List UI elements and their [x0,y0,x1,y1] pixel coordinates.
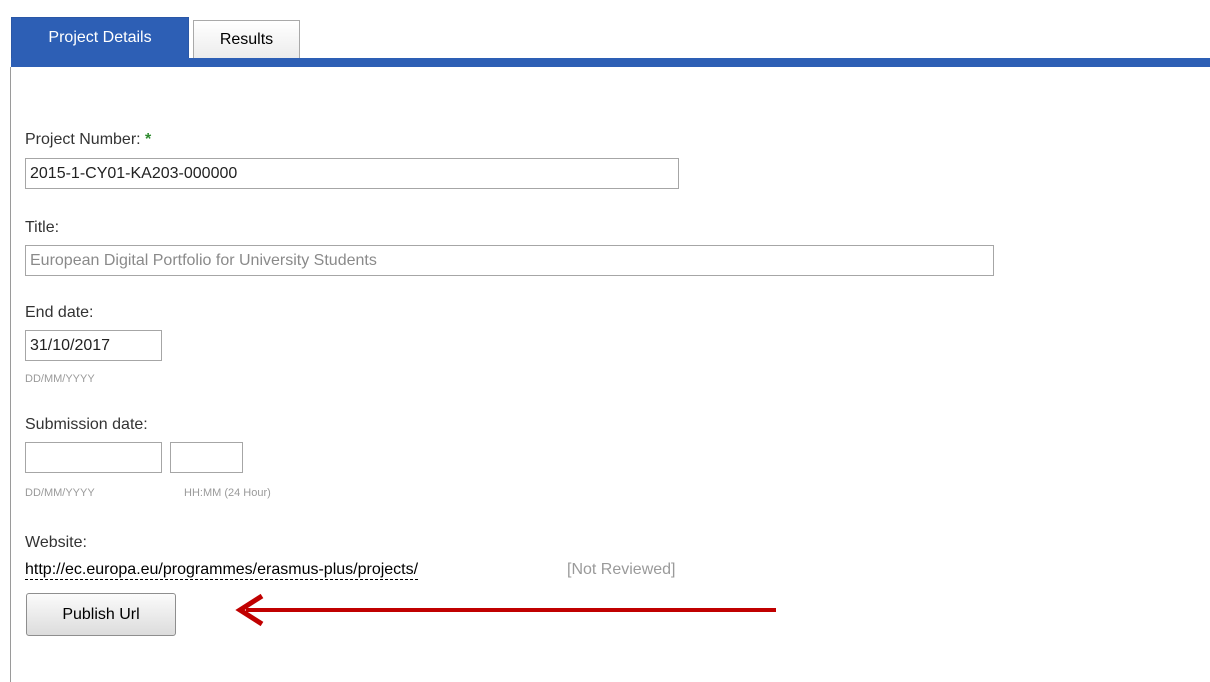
left-arrow-icon [235,593,776,627]
tab-project-details[interactable]: Project Details [11,17,189,58]
submission-time-format-hint: HH:MM (24 Hour) [184,487,271,499]
website-label: Website: [25,534,87,551]
publish-url-button[interactable]: Publish Url [26,593,176,636]
required-marker: * [145,131,152,148]
content-panel-border [10,67,11,682]
project-number-label-text: Project Number: [25,131,141,148]
submission-date-input[interactable] [25,442,162,473]
title-label: Title: [25,219,60,236]
title-input[interactable] [25,245,994,276]
end-date-format-hint: DD/MM/YYYY [25,373,95,385]
submission-date-label: Submission date: [25,416,148,433]
project-number-input[interactable] [25,158,679,189]
tab-bar-underline [11,58,1210,67]
website-review-status: [Not Reviewed] [567,561,676,578]
tab-results[interactable]: Results [193,20,300,58]
project-number-label: Project Number: * [25,131,151,149]
end-date-label: End date: [25,304,94,321]
project-details-page: Project Details Results Project Number: … [0,0,1210,682]
website-url-link[interactable]: http://ec.europa.eu/programmes/erasmus-p… [25,561,419,580]
submission-date-format-hint: DD/MM/YYYY [25,487,95,499]
submission-time-input[interactable] [170,442,243,473]
end-date-input[interactable] [25,330,162,361]
